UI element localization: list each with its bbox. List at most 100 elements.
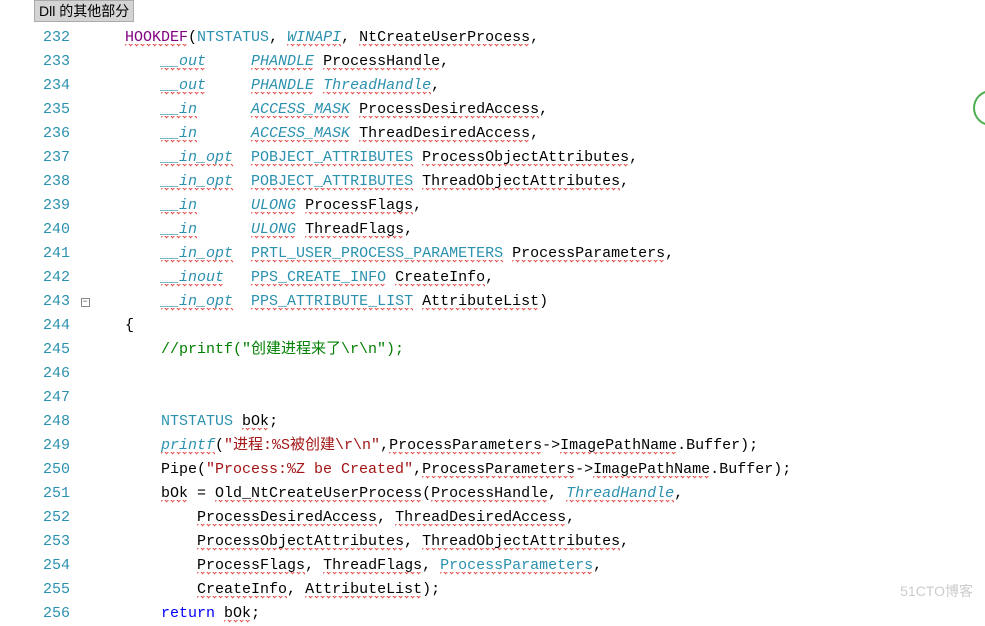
code-line[interactable]: 235 __in ACCESS_MASK ProcessDesiredAcces… bbox=[0, 98, 985, 122]
code-line[interactable]: 248 NTSTATUS bOk; bbox=[0, 410, 985, 434]
token bbox=[197, 221, 251, 238]
code-line[interactable]: 252 ProcessDesiredAccess, ThreadDesiredA… bbox=[0, 506, 985, 530]
code-line[interactable]: 243− __in_opt PPS_ATTRIBUTE_LIST Attribu… bbox=[0, 290, 985, 314]
code-line[interactable]: 240 __in ULONG ThreadFlags, bbox=[0, 218, 985, 242]
code-line[interactable]: 253 ProcessObjectAttributes, ThreadObjec… bbox=[0, 530, 985, 554]
token bbox=[98, 581, 197, 598]
line-number: 242 bbox=[0, 266, 78, 290]
token: , bbox=[539, 101, 548, 118]
code-content[interactable]: __in ULONG ProcessFlags, bbox=[92, 194, 422, 218]
token: , bbox=[269, 29, 287, 46]
code-content[interactable]: Pipe("Process:%Z be Created",ProcessPara… bbox=[92, 458, 791, 482]
code-content[interactable]: __in ACCESS_MASK ThreadDesiredAccess, bbox=[92, 122, 539, 146]
token: CreateInfo bbox=[197, 581, 287, 599]
code-content[interactable]: ProcessObjectAttributes, ThreadObjectAtt… bbox=[92, 530, 629, 554]
token: __in bbox=[161, 125, 197, 143]
code-content[interactable]: __inout PPS_CREATE_INFO CreateInfo, bbox=[92, 266, 494, 290]
code-line[interactable]: 232 HOOKDEF(NTSTATUS, WINAPI, NtCreateUs… bbox=[0, 26, 985, 50]
token: bOk bbox=[161, 485, 188, 503]
code-editor[interactable]: 232 HOOKDEF(NTSTATUS, WINAPI, NtCreateUs… bbox=[0, 22, 985, 626]
token: ; bbox=[269, 413, 278, 430]
code-content[interactable]: bOk = Old_NtCreateUserProcess(ProcessHan… bbox=[92, 482, 683, 506]
code-content[interactable]: ProcessDesiredAccess, ThreadDesiredAcces… bbox=[92, 506, 575, 530]
code-line[interactable]: 242 __inout PPS_CREATE_INFO CreateInfo, bbox=[0, 266, 985, 290]
code-line[interactable]: 233 __out PHANDLE ProcessHandle, bbox=[0, 50, 985, 74]
code-content[interactable]: __in_opt PPS_ATTRIBUTE_LIST AttributeLis… bbox=[92, 290, 548, 314]
code-content[interactable]: __out PHANDLE ProcessHandle, bbox=[92, 50, 449, 74]
code-line[interactable]: 237 __in_opt POBJECT_ATTRIBUTES ProcessO… bbox=[0, 146, 985, 170]
token bbox=[98, 269, 161, 286]
token bbox=[98, 317, 125, 334]
code-line[interactable]: 254 ProcessFlags, ThreadFlags, ProcessPa… bbox=[0, 554, 985, 578]
code-content[interactable]: return bOk; bbox=[92, 602, 260, 626]
token bbox=[233, 293, 251, 310]
code-line[interactable]: 234 __out PHANDLE ThreadHandle, bbox=[0, 74, 985, 98]
code-content[interactable]: __out PHANDLE ThreadHandle, bbox=[92, 74, 440, 98]
code-content[interactable]: __in_opt PRTL_USER_PROCESS_PARAMETERS Pr… bbox=[92, 242, 674, 266]
code-content[interactable]: //printf("创建进程来了\r\n"); bbox=[92, 338, 404, 362]
token bbox=[98, 77, 161, 94]
token: , bbox=[380, 437, 389, 454]
token: ProcessParameters bbox=[512, 245, 665, 263]
token bbox=[98, 437, 161, 454]
code-line[interactable]: 245 //printf("创建进程来了\r\n"); bbox=[0, 338, 985, 362]
code-line[interactable]: 250 Pipe("Process:%Z be Created",Process… bbox=[0, 458, 985, 482]
token: , bbox=[440, 53, 449, 70]
line-number: 245 bbox=[0, 338, 78, 362]
code-line[interactable]: 238 __in_opt POBJECT_ATTRIBUTES ThreadOb… bbox=[0, 170, 985, 194]
code-line[interactable]: 236 __in ACCESS_MASK ThreadDesiredAccess… bbox=[0, 122, 985, 146]
token bbox=[98, 533, 197, 550]
token: ThreadHandle bbox=[566, 485, 674, 503]
code-line[interactable]: 246 bbox=[0, 362, 985, 386]
token: bOk bbox=[224, 605, 251, 623]
token: AttributeList bbox=[422, 293, 539, 311]
code-content[interactable]: { bbox=[92, 314, 134, 338]
code-line[interactable]: 255 CreateInfo, AttributeList); bbox=[0, 578, 985, 602]
code-line[interactable]: 247 bbox=[0, 386, 985, 410]
token: , bbox=[620, 173, 629, 190]
token: ThreadObjectAttributes bbox=[422, 533, 620, 551]
collapsed-region-bar[interactable]: Dll 的其他部分 bbox=[34, 0, 134, 22]
token: ProcessParameters bbox=[440, 557, 593, 575]
token: NTSTATUS bbox=[161, 413, 233, 430]
line-number: 243 bbox=[0, 290, 78, 314]
code-content[interactable]: HOOKDEF(NTSTATUS, WINAPI, NtCreateUserPr… bbox=[92, 26, 539, 50]
code-content[interactable]: printf("进程:%S被创建\r\n",ProcessParameters-… bbox=[92, 434, 758, 458]
token bbox=[314, 77, 323, 94]
token: ImagePathName bbox=[593, 461, 710, 479]
code-line[interactable]: 239 __in ULONG ProcessFlags, bbox=[0, 194, 985, 218]
token: ProcessParameters bbox=[389, 437, 542, 455]
fold-gutter[interactable]: − bbox=[78, 290, 92, 314]
code-line[interactable]: 241 __in_opt PRTL_USER_PROCESS_PARAMETER… bbox=[0, 242, 985, 266]
token: ThreadHandle bbox=[323, 77, 431, 95]
code-content[interactable]: NTSTATUS bOk; bbox=[92, 410, 278, 434]
code-line[interactable]: 256 return bOk; bbox=[0, 602, 985, 626]
line-number: 233 bbox=[0, 50, 78, 74]
token: AttributeList bbox=[305, 581, 422, 599]
code-content[interactable]: ProcessFlags, ThreadFlags, ProcessParame… bbox=[92, 554, 602, 578]
token: ProcessObjectAttributes bbox=[197, 533, 404, 551]
code-content[interactable]: __in ULONG ThreadFlags, bbox=[92, 218, 413, 242]
token: -> bbox=[575, 461, 593, 478]
token: . bbox=[710, 461, 719, 478]
code-line[interactable]: 251 bOk = Old_NtCreateUserProcess(Proces… bbox=[0, 482, 985, 506]
token: , bbox=[404, 533, 422, 550]
token bbox=[98, 509, 197, 526]
token: , bbox=[674, 485, 683, 502]
token: //printf("创建进程来了\r\n"); bbox=[161, 341, 404, 358]
token: , bbox=[377, 509, 395, 526]
code-content[interactable]: __in_opt POBJECT_ATTRIBUTES ProcessObjec… bbox=[92, 146, 638, 170]
code-content[interactable]: CreateInfo, AttributeList); bbox=[92, 578, 440, 602]
code-content[interactable]: __in_opt POBJECT_ATTRIBUTES ThreadObject… bbox=[92, 170, 629, 194]
token bbox=[233, 245, 251, 262]
token: ThreadObjectAttributes bbox=[422, 173, 620, 191]
token: ThreadFlags bbox=[305, 221, 404, 239]
code-content[interactable]: __in ACCESS_MASK ProcessDesiredAccess, bbox=[92, 98, 548, 122]
token: , bbox=[593, 557, 602, 574]
code-line[interactable]: 244 { bbox=[0, 314, 985, 338]
code-line[interactable]: 249 printf("进程:%S被创建\r\n",ProcessParamet… bbox=[0, 434, 985, 458]
collapse-icon[interactable]: − bbox=[81, 298, 90, 307]
token bbox=[98, 221, 161, 238]
token: ProcessFlags bbox=[305, 197, 413, 215]
token bbox=[98, 461, 161, 478]
